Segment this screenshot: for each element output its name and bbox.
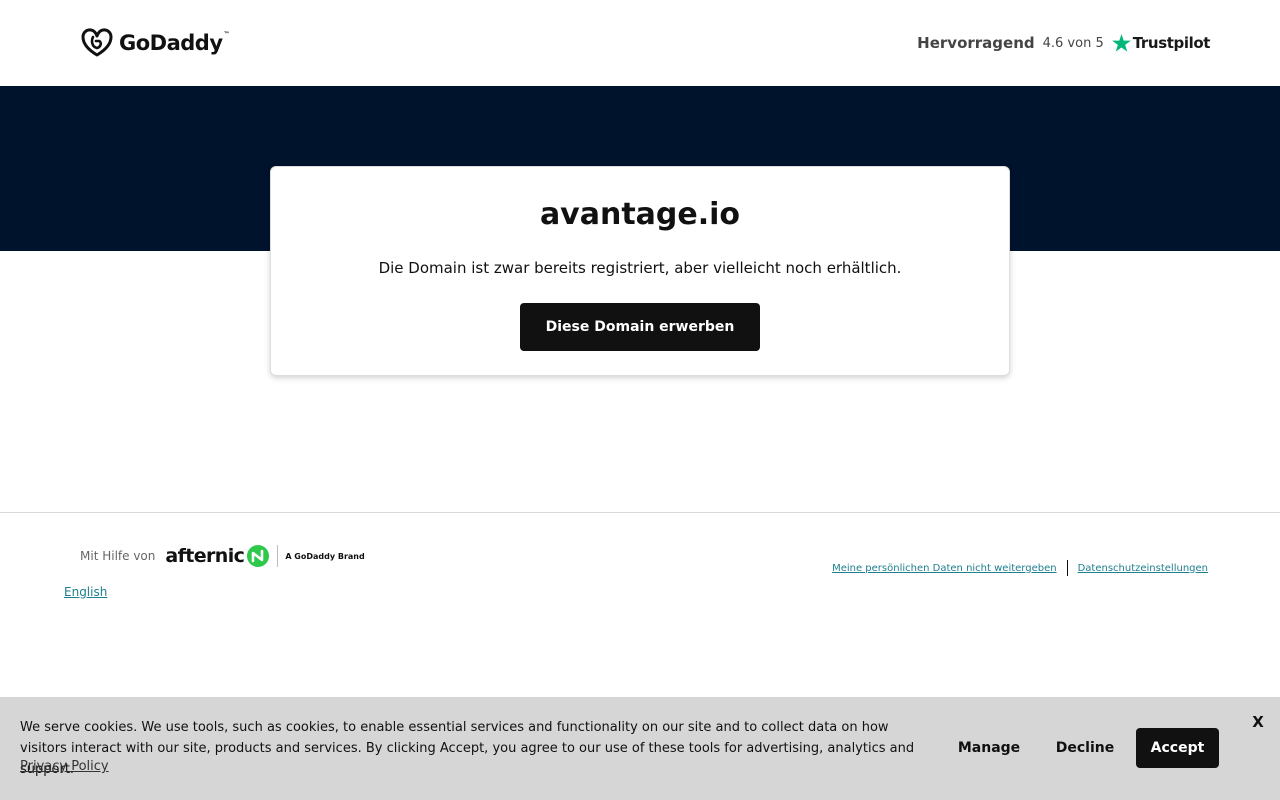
brand-separator <box>277 545 279 567</box>
trustpilot-rating[interactable]: Hervorragend 4.6 von 5 Trustpilot <box>917 30 1210 56</box>
cookie-banner: We serve cookies. We use tools, such as … <box>0 697 1280 800</box>
footer-divider <box>0 512 1280 513</box>
site-header: GoDaddy™ Hervorragend 4.6 von 5 Trustpil… <box>0 0 1280 86</box>
powered-by: Mit Hilfe von afternic A GoDaddy Brand <box>80 543 365 569</box>
trustpilot-star-icon <box>1111 34 1131 52</box>
close-banner-button[interactable]: X <box>1248 711 1268 733</box>
domain-status-message: Die Domain ist zwar bereits registriert,… <box>378 259 902 277</box>
privacy-settings-link[interactable]: Datenschutzeinstellungen <box>1078 563 1208 574</box>
godaddy-logo-icon <box>81 28 113 57</box>
rating-word: Hervorragend <box>917 34 1035 52</box>
powered-by-label: Mit Hilfe von <box>80 549 156 563</box>
privacy-policy-link[interactable]: Privacy Policy <box>20 759 109 774</box>
godaddy-brand-tag: A GoDaddy Brand <box>285 551 365 561</box>
do-not-sell-link[interactable]: Meine persönlichen Daten nicht weitergeb… <box>832 563 1057 574</box>
accept-cookies-button[interactable]: Accept <box>1136 728 1219 768</box>
domain-card: avantage.io Die Domain ist zwar bereits … <box>270 166 1010 376</box>
rating-score: 4.6 von 5 <box>1042 35 1104 51</box>
afternic-logo-text: afternic <box>165 545 245 567</box>
manage-cookies-button[interactable]: Manage <box>950 728 1028 768</box>
buy-domain-button[interactable]: Diese Domain erwerben <box>520 303 760 351</box>
footer-legal-links: Meine persönlichen Daten nicht weitergeb… <box>832 560 1208 576</box>
decline-cookies-button[interactable]: Decline <box>1046 728 1124 768</box>
trustpilot-wordmark: Trustpilot <box>1132 34 1211 52</box>
domain-name: avantage.io <box>539 197 741 232</box>
logo-text: GoDaddy™ <box>119 31 230 55</box>
afternic-mark-icon <box>247 545 270 567</box>
cookie-text: We serve cookies. We use tools, such as … <box>20 720 915 777</box>
godaddy-logo[interactable]: GoDaddy™ <box>81 28 229 58</box>
language-link-english[interactable]: English <box>64 585 107 599</box>
footer-link-separator <box>1066 560 1068 576</box>
